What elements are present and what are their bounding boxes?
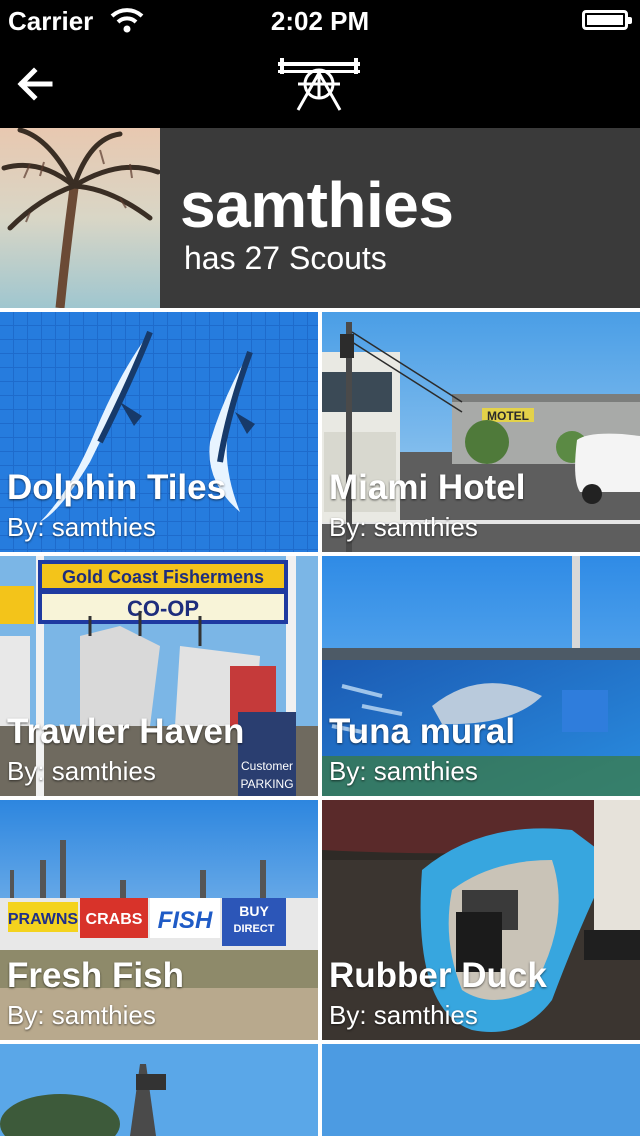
avatar[interactable]	[0, 128, 160, 308]
sign-buy: BUY	[239, 903, 269, 919]
scout-thumbnail	[322, 1044, 640, 1136]
nav-bar	[0, 40, 640, 128]
sign-prawns: PRAWNS	[8, 911, 79, 928]
coop-sign-main: CO-OP	[127, 596, 199, 621]
sign-fish: FISH	[158, 907, 213, 934]
scout-tile-tuna-mural[interactable]: Tuna mural By: samthies	[322, 556, 640, 796]
scout-byline: By: samthies	[7, 512, 156, 542]
parking-sign-line1: Customer	[241, 759, 293, 773]
scout-title: Rubber Duck	[329, 956, 547, 995]
scout-title: Tuna mural	[329, 712, 516, 751]
scout-tile-trawler-haven[interactable]: Gold Coast Fishermens CO-OP Customer PAR…	[0, 556, 318, 796]
scout-tile-fresh-fish[interactable]: PRAWNS CRABS FISH BUY DIRECT Fresh Fish …	[0, 800, 318, 1040]
sign-crabs: CRABS	[86, 911, 143, 928]
scout-title: Miami Hotel	[329, 468, 526, 507]
scout-tile-partial-left[interactable]	[0, 1044, 318, 1136]
profile-header: samthies has 27 Scouts	[0, 128, 640, 308]
scout-tile-dolphin-tiles[interactable]: Dolphin Tiles By: samthies	[0, 312, 318, 552]
scout-byline: By: samthies	[329, 1000, 478, 1030]
scout-title: Trawler Haven	[7, 712, 245, 751]
sign-direct: DIRECT	[234, 923, 275, 935]
back-arrow-icon[interactable]	[14, 64, 58, 104]
scout-tile-miami-hotel[interactable]: MOTEL Miami Hotel By: samthies	[322, 312, 640, 552]
parking-sign-line2: PARKING	[240, 777, 293, 791]
scout-tile-partial-right[interactable]	[322, 1044, 640, 1136]
profile-username: samthies	[180, 169, 454, 241]
profile-scout-count: has 27 Scouts	[184, 240, 387, 276]
scout-byline: By: samthies	[329, 512, 478, 542]
scout-title: Fresh Fish	[7, 956, 184, 995]
scout-thumbnail	[0, 1044, 318, 1136]
scout-byline: By: samthies	[7, 756, 156, 786]
coop-sign-top: Gold Coast Fishermens	[62, 567, 264, 587]
scout-tower-logo	[278, 58, 360, 111]
clock: 2:02 PM	[270, 6, 370, 36]
motel-sign: MOTEL	[487, 409, 529, 423]
scout-tile-rubber-duck[interactable]: Rubber Duck By: samthies	[322, 800, 640, 1040]
status-bar: Carrier 2:02 PM	[0, 0, 640, 40]
scout-byline: By: samthies	[329, 756, 478, 786]
scout-byline: By: samthies	[7, 1000, 156, 1030]
battery-icon	[582, 10, 632, 30]
scout-title: Dolphin Tiles	[7, 468, 227, 507]
